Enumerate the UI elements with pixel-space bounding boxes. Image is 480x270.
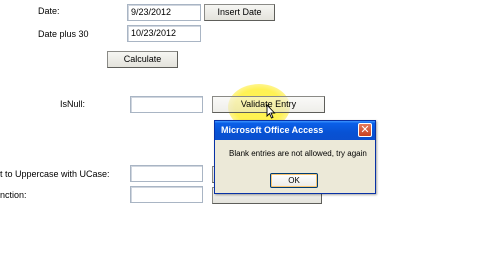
date-plus-field[interactable]: 10/23/2012: [127, 25, 201, 42]
dialog-title: Microsoft Office Access: [215, 121, 375, 140]
mouse-pointer-icon: [266, 104, 276, 119]
calculate-button[interactable]: Calculate: [107, 51, 178, 68]
date-field[interactable]: 9/23/2012: [127, 4, 201, 21]
ok-button[interactable]: OK: [270, 173, 318, 188]
message-dialog: Microsoft Office Access ✕ Blank entries …: [214, 120, 376, 194]
ucase-field[interactable]: [130, 165, 203, 182]
dialog-message: Blank entries are not allowed, try again: [229, 149, 367, 158]
ucase-label: t to Uppercase with UCase:: [0, 169, 110, 179]
isnull-label: IsNull:: [60, 99, 86, 109]
date-label: Date:: [38, 6, 60, 16]
close-icon[interactable]: ✕: [358, 123, 372, 137]
function-label: nction:: [0, 190, 27, 200]
function-field[interactable]: [130, 186, 203, 203]
date-plus-label: Date plus 30: [38, 29, 89, 39]
insert-date-button[interactable]: Insert Date: [204, 4, 275, 21]
isnull-field[interactable]: [130, 96, 203, 113]
